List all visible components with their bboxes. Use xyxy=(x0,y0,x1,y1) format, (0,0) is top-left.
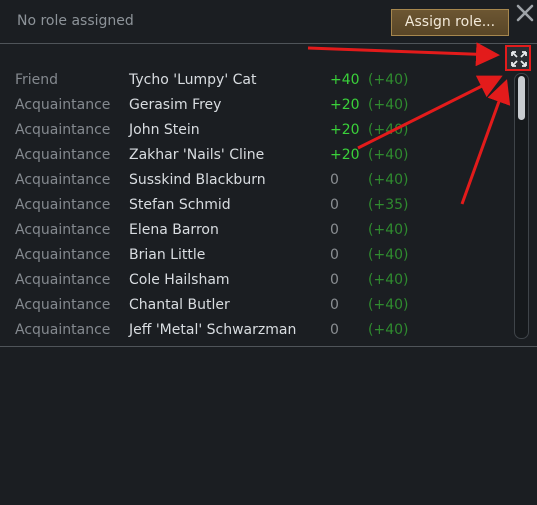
social-panel: No role assigned Assign role... Friend Ty… xyxy=(0,0,537,505)
opinion-cap: (+40) xyxy=(368,147,409,163)
opinion-value: 0 xyxy=(330,172,339,188)
scrollbar-thumb[interactable] xyxy=(518,76,525,120)
expand-icon xyxy=(507,50,529,68)
opinion-cap: (+40) xyxy=(368,172,409,188)
opinion-cap: (+40) xyxy=(368,247,409,263)
opinion-value: 0 xyxy=(330,197,339,213)
relation-row[interactable]: Acquaintance Elena Barron 0 (+40) xyxy=(0,218,505,243)
relations-list: Friend Tycho 'Lumpy' Cat +40 (+40) Acquainta… xyxy=(0,43,537,347)
relation-row[interactable]: Acquaintance Chantal Butler 0 (+40) xyxy=(0,293,505,318)
pawn-name: Tycho 'Lumpy' Cat xyxy=(129,72,257,88)
opinion-cap: (+40) xyxy=(368,297,409,313)
relation-row[interactable]: Acquaintance Gerasim Frey +20 (+40) xyxy=(0,93,505,118)
pawn-name: Chantal Butler xyxy=(129,297,230,313)
relation-type: Friend xyxy=(15,72,59,88)
close-button[interactable] xyxy=(516,4,534,22)
relation-type: Acquaintance xyxy=(15,222,111,238)
close-icon xyxy=(516,4,534,22)
relation-type: Acquaintance xyxy=(15,247,111,263)
opinion-cap: (+40) xyxy=(368,72,409,88)
pawn-name: Jeff 'Metal' Schwarzman xyxy=(129,322,297,338)
relation-row[interactable]: Acquaintance Susskind Blackburn 0 (+40) xyxy=(0,168,505,193)
pawn-name: John Stein xyxy=(129,122,200,138)
relation-row[interactable]: Acquaintance Jeff 'Metal' Schwarzman 0 (+40… xyxy=(0,318,505,343)
opinion-value: 0 xyxy=(330,247,339,263)
expand-button[interactable] xyxy=(505,45,531,71)
opinion-value: +20 xyxy=(330,147,360,163)
opinion-cap: (+40) xyxy=(368,97,409,113)
pawn-name: Gerasim Frey xyxy=(129,97,222,113)
opinion-value: 0 xyxy=(330,222,339,238)
relation-row[interactable]: Acquaintance Cole Hailsham 0 (+40) xyxy=(0,268,505,293)
relation-type: Acquaintance xyxy=(15,97,111,113)
relation-type: Acquaintance xyxy=(15,122,111,138)
role-status-text: No role assigned xyxy=(17,13,134,29)
opinion-cap: (+40) xyxy=(368,222,409,238)
opinion-value: 0 xyxy=(330,322,339,338)
opinion-value: +40 xyxy=(330,72,360,88)
relation-row[interactable]: Acquaintance Zakhar 'Nails' Cline +20 (+40) xyxy=(0,143,505,168)
pawn-name: Elena Barron xyxy=(129,222,219,238)
pawn-name: Brian Little xyxy=(129,247,206,263)
relation-type: Acquaintance xyxy=(15,147,111,163)
opinion-cap: (+35) xyxy=(368,197,409,213)
opinion-cap: (+40) xyxy=(368,322,409,338)
pawn-name: Cole Hailsham xyxy=(129,272,230,288)
relation-type: Acquaintance xyxy=(15,272,111,288)
relation-row[interactable]: Acquaintance Brian Little 0 (+40) xyxy=(0,243,505,268)
scrollbar-track[interactable] xyxy=(514,73,529,339)
relation-row[interactable]: Friend Tycho 'Lumpy' Cat +40 (+40) xyxy=(0,68,505,93)
relation-type: Acquaintance xyxy=(15,197,111,213)
opinion-value: 0 xyxy=(330,272,339,288)
opinion-value: +20 xyxy=(330,97,360,113)
relation-row[interactable]: Acquaintance John Stein +20 (+40) xyxy=(0,118,505,143)
opinion-cap: (+40) xyxy=(368,272,409,288)
pawn-name: Zakhar 'Nails' Cline xyxy=(129,147,265,163)
relation-row[interactable]: Acquaintance Stefan Schmid 0 (+35) xyxy=(0,193,505,218)
relation-type: Acquaintance xyxy=(15,322,111,338)
opinion-value: 0 xyxy=(330,297,339,313)
pawn-name: Susskind Blackburn xyxy=(129,172,266,188)
assign-role-button[interactable]: Assign role... xyxy=(391,9,509,36)
pawn-name: Stefan Schmid xyxy=(129,197,231,213)
opinion-cap: (+40) xyxy=(368,122,409,138)
role-header: No role assigned Assign role... xyxy=(0,0,537,43)
relation-type: Acquaintance xyxy=(15,297,111,313)
relation-type: Acquaintance xyxy=(15,172,111,188)
opinion-value: +20 xyxy=(330,122,360,138)
